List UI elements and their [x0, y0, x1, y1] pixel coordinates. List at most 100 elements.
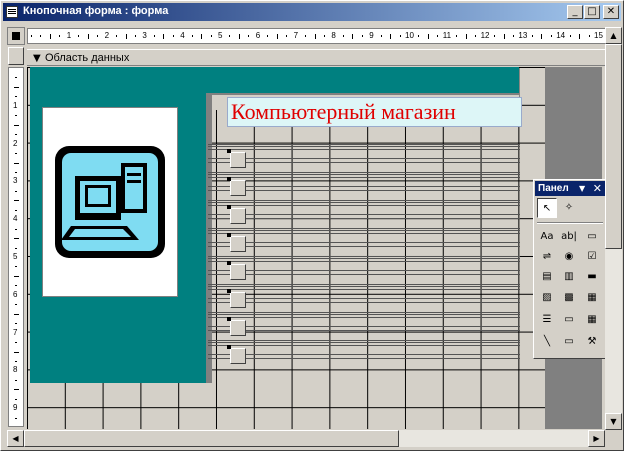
- toolbox-title: Панел: [538, 183, 569, 194]
- vertical-scroll-thumb[interactable]: [605, 44, 622, 249]
- size-grip[interactable]: [605, 430, 622, 447]
- textbox-tool[interactable]: ab|: [559, 227, 579, 247]
- rectangle-tool[interactable]: ▭: [559, 332, 579, 352]
- horizontal-ruler[interactable]: 1 2 3 4 5 6 7 8 9 10 11 12 13 14 15: [27, 28, 607, 44]
- switchboard-option-button[interactable]: [227, 233, 246, 252]
- ruler-number: 10: [405, 31, 414, 40]
- line-tool[interactable]: ╲: [537, 332, 557, 352]
- row-guide-line: [208, 174, 520, 175]
- row-guide-line: [208, 354, 520, 355]
- form-title-label[interactable]: Компьютерный магазин: [227, 97, 522, 127]
- minimize-button[interactable]: _: [567, 5, 583, 19]
- row-guide-line: [208, 200, 520, 201]
- check-box-tool[interactable]: ☑: [582, 247, 602, 267]
- horizontal-scrollbar[interactable]: ◀ ▶: [7, 430, 605, 447]
- ruler-tick: [15, 266, 17, 268]
- close-button[interactable]: ✕: [603, 5, 619, 19]
- maximize-button[interactable]: □: [584, 5, 600, 19]
- ruler-tick: [286, 35, 288, 37]
- switchboard-option-button[interactable]: [227, 149, 246, 168]
- ruler-tick: [191, 35, 193, 37]
- ruler-tick: [531, 35, 533, 37]
- ruler-tick: [437, 35, 439, 37]
- ruler-tick: [134, 35, 136, 37]
- switchboard-option-button[interactable]: [227, 345, 246, 364]
- ruler-tick: [15, 171, 17, 173]
- scroll-down-button[interactable]: ▼: [605, 413, 622, 430]
- switchboard-option-button[interactable]: [227, 205, 246, 224]
- page-break-tool[interactable]: ☰: [537, 310, 557, 330]
- detail-section-header[interactable]: ▼ Область данных: [27, 49, 607, 66]
- section-selector[interactable]: [8, 47, 24, 65]
- toggle-button-tool[interactable]: ⇌: [537, 247, 557, 267]
- ruler-tick: [78, 35, 80, 37]
- window-title: Кнопочная форма : форма: [23, 5, 169, 17]
- ruler-tick: [116, 35, 118, 37]
- toolbox-dropdown-icon[interactable]: ▼: [579, 181, 585, 196]
- toolbox-title-bar[interactable]: Панел ▼ ✕: [535, 181, 605, 196]
- ruler-number: 3: [142, 31, 147, 40]
- ruler-tick: [541, 33, 543, 39]
- switchboard-option-button[interactable]: [227, 261, 246, 280]
- tab-control-tool[interactable]: ▭: [559, 310, 579, 330]
- form-icon[interactable]: [6, 6, 18, 18]
- ruler-tick: [380, 35, 382, 37]
- row-guide-line: [208, 214, 520, 215]
- bound-object-frame-tool[interactable]: ▦: [582, 288, 602, 308]
- ruler-tick: [15, 134, 17, 136]
- vertical-scrollbar[interactable]: ▲ ▼: [605, 27, 622, 430]
- ruler-tick: [512, 35, 514, 37]
- row-guide-line: [208, 218, 520, 219]
- row-guide-line: [208, 228, 520, 229]
- ruler-tick: [13, 238, 19, 240]
- list-box-tool[interactable]: ▥: [559, 267, 579, 287]
- combo-box-tool[interactable]: ▤: [537, 267, 557, 287]
- toolbox-close-icon[interactable]: ✕: [593, 181, 602, 196]
- ruler-tick: [342, 35, 344, 37]
- ruler-tick: [456, 35, 458, 37]
- horizontal-scroll-thumb[interactable]: [24, 430, 399, 447]
- form-selector[interactable]: [7, 27, 25, 45]
- title-bar[interactable]: Кнопочная форма : форма _ □ ✕: [3, 3, 621, 21]
- computer-picture[interactable]: [42, 107, 178, 297]
- subform-tool[interactable]: ▦: [582, 310, 602, 330]
- ruler-tick: [238, 33, 240, 39]
- ruler-number: 14: [556, 31, 566, 40]
- scroll-right-button[interactable]: ▶: [588, 430, 605, 447]
- option-button-tool[interactable]: ◉: [559, 247, 579, 267]
- row-guide-line: [208, 358, 520, 359]
- scroll-up-button[interactable]: ▲: [605, 27, 622, 44]
- row-guide-line: [208, 246, 520, 247]
- ruler-tick: [31, 35, 32, 37]
- option-group-tool[interactable]: ▭: [582, 227, 602, 247]
- ruler-tick: [210, 35, 212, 37]
- row-guide-line: [208, 177, 520, 178]
- label-tool[interactable]: Aa: [537, 227, 557, 247]
- switchboard-option-button[interactable]: [227, 317, 246, 336]
- command-button-tool[interactable]: ▬: [582, 267, 602, 287]
- more-controls-tool[interactable]: ⚒: [582, 332, 602, 352]
- unbound-object-frame-tool[interactable]: ▩: [559, 288, 579, 308]
- ruler-tick: [13, 313, 19, 315]
- vertical-ruler[interactable]: 1 2 3 4 5 6 7 8 9: [8, 67, 24, 427]
- scroll-left-button[interactable]: ◀: [7, 430, 24, 447]
- select-objects-tool[interactable]: ↖: [537, 198, 557, 218]
- ruler-tick: [13, 389, 19, 391]
- ruler-tick: [15, 190, 17, 192]
- row-guide-line: [208, 274, 520, 275]
- ruler-tick: [125, 33, 127, 39]
- image-tool[interactable]: ▨: [537, 288, 557, 308]
- ruler-tick: [13, 86, 19, 88]
- row-guide-line: [208, 242, 520, 243]
- ruler-number: 5: [13, 252, 18, 261]
- ruler-tick: [267, 35, 269, 37]
- ruler-number: 3: [13, 176, 18, 186]
- control-wizards-tool[interactable]: ✧: [559, 198, 579, 218]
- switchboard-option-button[interactable]: [227, 289, 246, 308]
- toolbox-panel[interactable]: Панел ▼ ✕ ↖ ✧ Aa ab| ▭ ⇌ ◉ ☑ ▤ ▥ ▬ ▨ ▩ ▦ ☰ ▭ ▦ ╲ ▭ ⚒: [533, 179, 607, 359]
- switchboard-option-button[interactable]: [227, 177, 246, 196]
- ruler-number: 11: [442, 31, 452, 40]
- ruler-tick: [314, 33, 316, 39]
- top-teal-band[interactable]: [206, 67, 519, 93]
- form-design-window: Кнопочная форма : форма _ □ ✕ 123456789 1…: [0, 0, 624, 451]
